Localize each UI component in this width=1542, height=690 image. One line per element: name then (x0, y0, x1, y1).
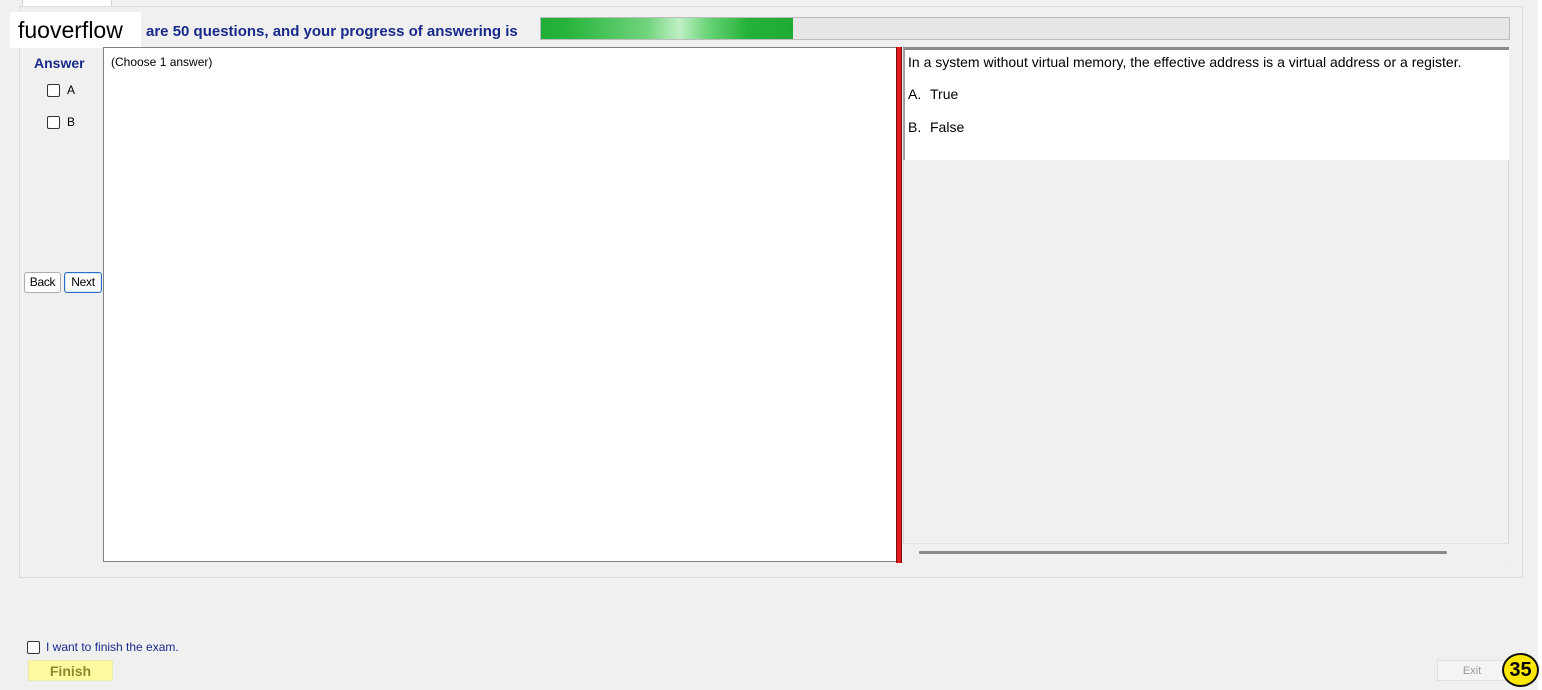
progress-text: are 50 questions, and your progress of a… (146, 23, 518, 40)
horizontal-scrollbar[interactable] (903, 543, 1509, 562)
answer-title: Answer (34, 55, 85, 71)
option-b-label[interactable]: B (67, 115, 75, 129)
finish-button[interactable]: Finish (28, 660, 113, 681)
option-a-checkbox[interactable] (47, 83, 60, 97)
choose-instruction: (Choose 1 answer) (111, 55, 213, 69)
progress-bar (540, 17, 1510, 40)
panel-splitter[interactable] (896, 47, 902, 563)
option-b-row[interactable]: B (47, 115, 75, 129)
finish-confirm-label[interactable]: I want to finish the exam. (46, 640, 179, 654)
option-a-row[interactable]: A (47, 83, 75, 97)
question-text: In a system without virtual memory, the … (908, 54, 1462, 70)
next-button[interactable]: Next (64, 272, 102, 293)
window-edge (1538, 0, 1542, 690)
exit-button[interactable]: Exit (1437, 660, 1507, 681)
question-choice-a: A. True (908, 86, 958, 102)
progress-bar-fill (541, 18, 793, 39)
option-b-checkbox[interactable] (47, 115, 60, 129)
option-a-label[interactable]: A (67, 83, 75, 97)
choice-a-letter: A. (908, 86, 922, 102)
watermark-logo: fuoverflow (10, 12, 141, 48)
question-lower-area (903, 160, 1509, 563)
scrollbar-thumb[interactable] (919, 551, 1447, 554)
finish-confirm-checkbox[interactable] (27, 640, 40, 654)
question-choice-b: B. False (908, 119, 964, 135)
answer-area[interactable]: (Choose 1 answer) (103, 47, 897, 562)
choice-a-text: True (930, 86, 959, 102)
finish-confirm-row[interactable]: I want to finish the exam. (27, 640, 179, 654)
choice-b-text: False (930, 119, 965, 135)
question-box: In a system without virtual memory, the … (903, 47, 1509, 160)
choice-b-letter: B. (908, 119, 922, 135)
back-button[interactable]: Back (24, 272, 61, 293)
question-number-badge: 35 (1502, 653, 1539, 687)
